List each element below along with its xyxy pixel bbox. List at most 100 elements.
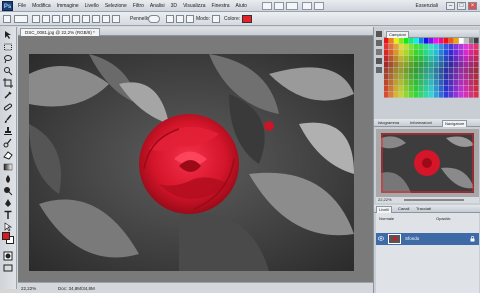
swatch-cell[interactable] xyxy=(434,62,439,68)
swatch-cell[interactable] xyxy=(454,44,459,50)
swatch-cell[interactable] xyxy=(474,56,479,62)
swatch-cell[interactable] xyxy=(394,56,399,62)
menu-modifica[interactable]: Modifica xyxy=(32,3,51,9)
swatch-cell[interactable] xyxy=(389,44,394,50)
navigator-thumbnail[interactable] xyxy=(381,133,474,193)
style-icon[interactable] xyxy=(166,15,174,23)
swatch-cell[interactable] xyxy=(459,74,464,80)
marquee-tool-icon[interactable] xyxy=(3,42,13,52)
swatch-cell[interactable] xyxy=(434,92,439,98)
swatch-cell[interactable] xyxy=(464,80,469,86)
swatch-cell[interactable] xyxy=(404,44,409,50)
swatch-cell[interactable] xyxy=(384,92,389,98)
swatch-cell[interactable] xyxy=(464,68,469,74)
swatch-cell[interactable] xyxy=(424,50,429,56)
shape-rect-icon[interactable] xyxy=(72,15,80,23)
menu-filtro[interactable]: Filtro xyxy=(133,3,144,9)
swatch-cell[interactable] xyxy=(449,44,454,50)
swatch-cell[interactable] xyxy=(434,44,439,50)
swatch-cell[interactable] xyxy=(464,44,469,50)
swatch-cell[interactable] xyxy=(424,38,429,44)
menu-analisi[interactable]: Analisi xyxy=(150,3,165,9)
swatch-cell[interactable] xyxy=(399,62,404,68)
swatch-cell[interactable] xyxy=(429,62,434,68)
swatch-cell[interactable] xyxy=(434,56,439,62)
swatch-cell[interactable] xyxy=(459,80,464,86)
mode-intersect-icon[interactable] xyxy=(62,15,70,23)
swatch-cell[interactable] xyxy=(464,74,469,80)
swatch-cell[interactable] xyxy=(399,44,404,50)
swatch-cell[interactable] xyxy=(429,92,434,98)
swatch-cell[interactable] xyxy=(429,68,434,74)
swatch-cell[interactable] xyxy=(414,92,419,98)
navigator-zoom-value[interactable]: 22,22% xyxy=(378,197,392,202)
swatch-cell[interactable] xyxy=(389,68,394,74)
swatch-cell[interactable] xyxy=(394,80,399,86)
swatch-cell[interactable] xyxy=(404,80,409,86)
swatch-cell[interactable] xyxy=(424,80,429,86)
swatch-cell[interactable] xyxy=(389,92,394,98)
hand-tool-button[interactable] xyxy=(302,2,312,10)
swatch-cell[interactable] xyxy=(474,44,479,50)
swatch-cell[interactable] xyxy=(419,80,424,86)
swatch-cell[interactable] xyxy=(404,74,409,80)
history-brush-tool-icon[interactable] xyxy=(3,138,13,148)
swatch-cell[interactable] xyxy=(449,56,454,62)
color-swatch[interactable] xyxy=(242,15,252,23)
swatch-cell[interactable] xyxy=(389,56,394,62)
swatch-cell[interactable] xyxy=(404,62,409,68)
dodge-tool-icon[interactable] xyxy=(3,186,13,196)
swatch-cell[interactable] xyxy=(429,86,434,92)
bridge-button[interactable] xyxy=(262,2,272,10)
swatch-cell[interactable] xyxy=(389,74,394,80)
swatch-cell[interactable] xyxy=(459,68,464,74)
tab-tracciati[interactable]: Tracciati xyxy=(414,206,433,211)
swatch-cell[interactable] xyxy=(434,68,439,74)
swatch-cell[interactable] xyxy=(449,80,454,86)
type-tool-icon[interactable] xyxy=(3,210,13,220)
swatch-cell[interactable] xyxy=(444,74,449,80)
swatch-cell[interactable] xyxy=(384,86,389,92)
swatch-cell[interactable] xyxy=(419,62,424,68)
swatch-cell[interactable] xyxy=(419,38,424,44)
swatch-cell[interactable] xyxy=(439,38,444,44)
layer-row-sfondo[interactable]: Sfondo xyxy=(376,233,479,245)
swatch-cell[interactable] xyxy=(414,50,419,56)
swatch-cell[interactable] xyxy=(424,56,429,62)
tab-istogramma[interactable]: Istogramma xyxy=(376,120,401,125)
brush-shape-icon[interactable] xyxy=(14,15,28,23)
swatch-cell[interactable] xyxy=(414,74,419,80)
swatch-cell[interactable] xyxy=(464,38,469,44)
swatch-cell[interactable] xyxy=(399,80,404,86)
swatch-cell[interactable] xyxy=(384,62,389,68)
pen-tool-icon[interactable] xyxy=(3,198,13,208)
swatch-cell[interactable] xyxy=(459,86,464,92)
brush-tool-icon[interactable] xyxy=(3,114,13,124)
swatch-cell[interactable] xyxy=(459,62,464,68)
swatch-cell[interactable] xyxy=(389,86,394,92)
swatch-cell[interactable] xyxy=(454,86,459,92)
swatch-cell[interactable] xyxy=(474,74,479,80)
swatch-cell[interactable] xyxy=(444,68,449,74)
swatch-cell[interactable] xyxy=(469,38,474,44)
swatch-cell[interactable] xyxy=(424,44,429,50)
swatch-cell[interactable] xyxy=(469,50,474,56)
swatch-cell[interactable] xyxy=(414,44,419,50)
swatch-cell[interactable] xyxy=(449,92,454,98)
swatch-cell[interactable] xyxy=(404,92,409,98)
swatch-cell[interactable] xyxy=(394,92,399,98)
swatch-cell[interactable] xyxy=(409,68,414,74)
tab-canali[interactable]: Canali xyxy=(396,206,411,211)
menu-aiuto[interactable]: Aiuto xyxy=(236,3,247,9)
swatch-cell[interactable] xyxy=(454,50,459,56)
swatch-cell[interactable] xyxy=(419,74,424,80)
swatch-cell[interactable] xyxy=(444,92,449,98)
adjustments-panel-icon[interactable] xyxy=(376,58,382,64)
swatch-cell[interactable] xyxy=(439,44,444,50)
navigator-zoom-slider[interactable] xyxy=(404,199,464,201)
maximize-icon[interactable]: □ xyxy=(457,2,466,10)
swatch-cell[interactable] xyxy=(424,68,429,74)
swatch-cell[interactable] xyxy=(454,56,459,62)
swatch-cell[interactable] xyxy=(384,56,389,62)
zoom-readout[interactable]: 22,22% xyxy=(21,286,36,291)
